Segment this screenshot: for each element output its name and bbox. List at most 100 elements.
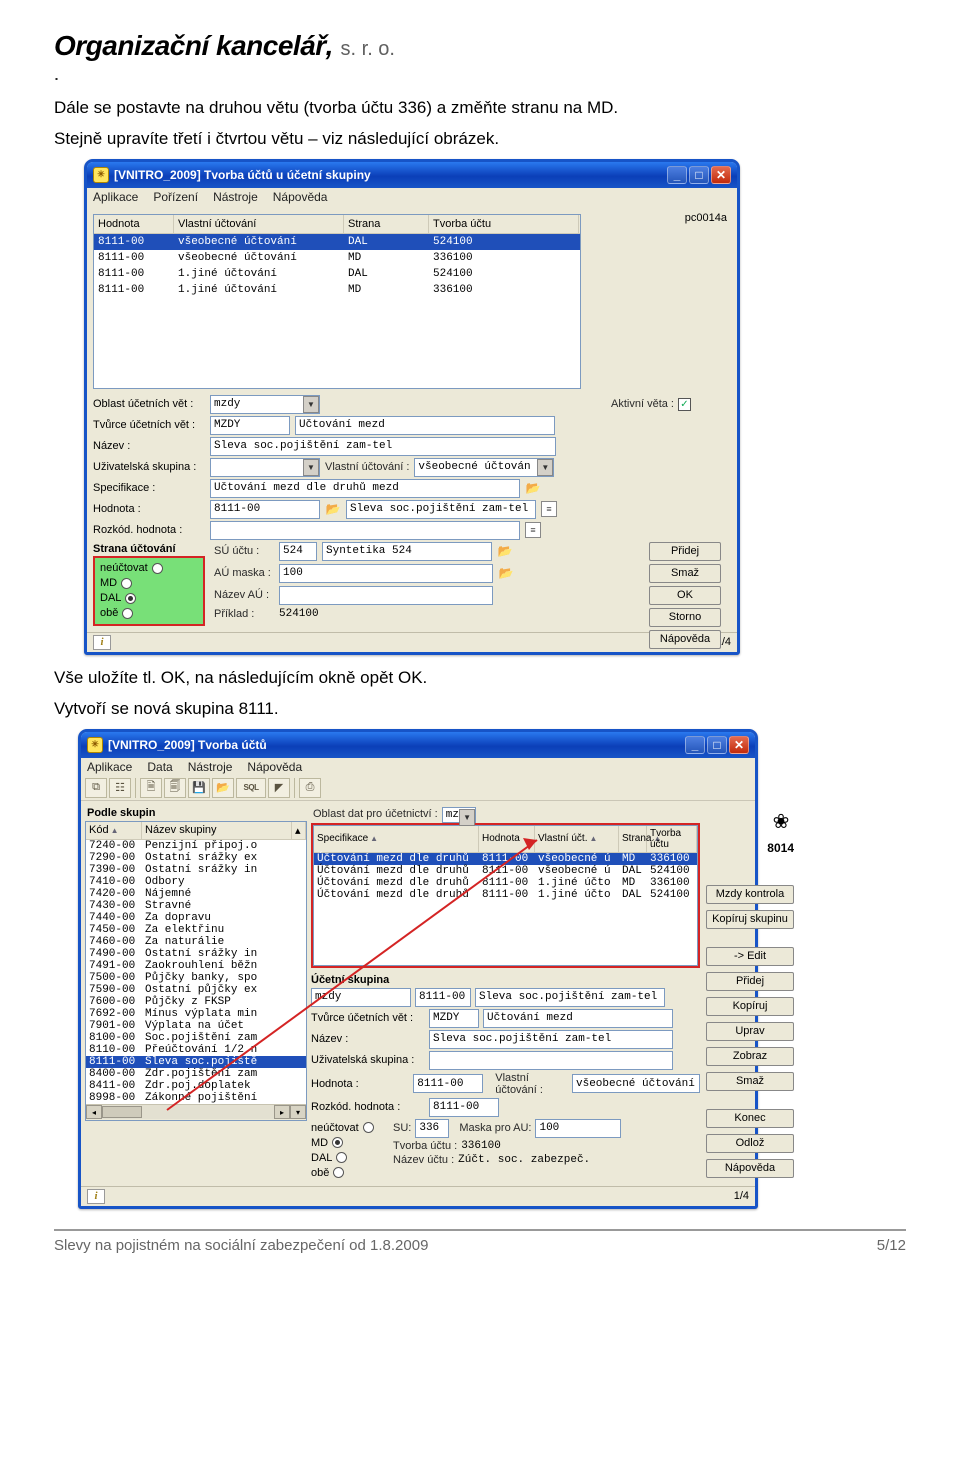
list-item[interactable]: 7290-00Ostatní srážky ex bbox=[86, 852, 306, 864]
table-row[interactable]: Účtování mezd dle druhů8111-001.jiné účt… bbox=[314, 877, 697, 889]
radio-dal[interactable] bbox=[125, 593, 136, 604]
list-item[interactable]: 8111-00Sleva soc.pojiště bbox=[86, 1056, 306, 1068]
scroll-right[interactable]: ▸ bbox=[274, 1105, 290, 1119]
list-item[interactable]: 7430-00Stravné bbox=[86, 900, 306, 912]
radio2-neuct[interactable] bbox=[363, 1122, 374, 1133]
btn-mzdy-kontrola[interactable]: Mzdy kontrola bbox=[706, 885, 794, 904]
list-item[interactable]: 7600-00Půjčky z FKSP bbox=[86, 996, 306, 1008]
maximize-button[interactable]: □ bbox=[689, 166, 709, 184]
filter-icon[interactable]: ◤ bbox=[268, 778, 290, 798]
chevron-down-icon[interactable]: ▼ bbox=[303, 459, 319, 476]
table-row[interactable]: 8111-00všeobecné účtováníMD336100 bbox=[94, 250, 580, 266]
field-rozk[interactable] bbox=[210, 521, 520, 540]
field-nazevau[interactable] bbox=[279, 586, 493, 605]
sql-icon[interactable]: SQL bbox=[236, 778, 266, 798]
table-row[interactable]: Účtování mezd dle druhů8111-00všeobecné … bbox=[314, 853, 697, 865]
grid-ucty[interactable]: Hodnota Vlastní účtování Strana Tvorba ú… bbox=[93, 214, 581, 389]
folder-icon[interactable]: 📂 bbox=[525, 480, 541, 496]
grid-skupiny[interactable]: Kód▲ Název skupiny ▴ 7240-00Penzijní při… bbox=[85, 821, 307, 1121]
list-item[interactable]: 7440-00Za dopravu bbox=[86, 912, 306, 924]
btn-zobraz[interactable]: Zobraz bbox=[706, 1047, 794, 1066]
field-su[interactable] bbox=[279, 542, 317, 561]
list-item[interactable]: 8411-00Zdr.poj.doplatek bbox=[86, 1080, 306, 1092]
radio2-dal[interactable] bbox=[336, 1152, 347, 1163]
table-row[interactable]: 8111-00všeobecné účtováníDAL524100 bbox=[94, 234, 580, 250]
radio-obe[interactable] bbox=[122, 608, 133, 619]
docs-icon[interactable]: 🗐 bbox=[164, 778, 186, 798]
btn-odloz[interactable]: Odlož bbox=[706, 1134, 794, 1153]
menu-data[interactable]: Data bbox=[147, 760, 172, 774]
btn-napoveda[interactable]: Nápověda bbox=[649, 630, 721, 649]
menu-aplikace[interactable]: Aplikace bbox=[93, 190, 138, 204]
list-item[interactable]: 7500-00Půjčky banky, spo bbox=[86, 972, 306, 984]
table-row[interactable]: 8111-001.jiné účtováníDAL524100 bbox=[94, 266, 580, 282]
radio-md[interactable] bbox=[121, 578, 132, 589]
col-tvorba[interactable]: Tvorba účtu bbox=[429, 215, 579, 233]
close-button[interactable]: ✕ bbox=[711, 166, 731, 184]
btn-smaz2[interactable]: Smaž bbox=[706, 1072, 794, 1091]
btn-pridej[interactable]: Přidej bbox=[649, 542, 721, 561]
radio2-obe[interactable] bbox=[333, 1167, 344, 1178]
btn-pridej2[interactable]: Přidej bbox=[706, 972, 794, 991]
radio2-md[interactable] bbox=[332, 1137, 343, 1148]
list-item[interactable]: 7901-00Výplata na účet bbox=[86, 1020, 306, 1032]
table-row[interactable]: Účtování mezd dle druhů8111-001.jiné účt… bbox=[314, 889, 697, 901]
menu-nastroje[interactable]: Nástroje bbox=[188, 760, 233, 774]
list-icon[interactable]: ≡ bbox=[541, 501, 557, 517]
menu-aplikace[interactable]: Aplikace bbox=[87, 760, 132, 774]
list-item[interactable]: 7240-00Penzijní připoj.o bbox=[86, 840, 306, 852]
list-item[interactable]: 7390-00Ostatní srážky in bbox=[86, 864, 306, 876]
list-icon[interactable]: ≡ bbox=[525, 522, 541, 538]
btn-edit[interactable]: -> Edit bbox=[706, 947, 794, 966]
col-hodnota[interactable]: Hodnota bbox=[94, 215, 174, 233]
save-icon[interactable]: 💾 bbox=[188, 778, 210, 798]
field-hod[interactable] bbox=[210, 500, 320, 519]
table-row[interactable]: 8111-001.jiné účtováníMD336100 bbox=[94, 282, 580, 298]
minimize-button[interactable]: _ bbox=[685, 736, 705, 754]
folder-icon[interactable]: 📂 bbox=[498, 565, 514, 581]
list-item[interactable]: 8998-00Zákonné pojištění bbox=[86, 1092, 306, 1104]
field-vlast[interactable] bbox=[414, 458, 554, 477]
col-strana[interactable]: Strana bbox=[344, 215, 429, 233]
folder-icon[interactable]: 📂 bbox=[325, 501, 341, 517]
list-item[interactable]: 8110-00Přeúčtování 1/2 n bbox=[86, 1044, 306, 1056]
chevron-down-icon[interactable]: ▼ bbox=[303, 396, 319, 413]
list-item[interactable]: 7692-00Mínus výplata min bbox=[86, 1008, 306, 1020]
menu-nastroje[interactable]: Nástroje bbox=[213, 190, 258, 204]
doc-icon[interactable]: 🗎 bbox=[140, 778, 162, 798]
btn-uprav[interactable]: Uprav bbox=[706, 1022, 794, 1041]
scroll-up[interactable]: ▴ bbox=[292, 822, 306, 840]
menu-napoveda[interactable]: Nápověda bbox=[247, 760, 302, 774]
scroll-thumb[interactable] bbox=[102, 1106, 142, 1118]
print-icon[interactable]: ⎙ bbox=[299, 778, 321, 798]
col-vlastni[interactable]: Vlastní účtování bbox=[174, 215, 344, 233]
nav-icon[interactable]: ⧉ bbox=[85, 778, 107, 798]
minimize-button[interactable]: _ bbox=[667, 166, 687, 184]
list-item[interactable]: 8100-00Soc.pojištění zam bbox=[86, 1032, 306, 1044]
btn-storno[interactable]: Storno bbox=[649, 608, 721, 627]
chevron-down-icon[interactable]: ▼ bbox=[459, 809, 475, 826]
hscroll[interactable]: ◂ ▸ ▾ bbox=[86, 1104, 306, 1120]
btn-napoveda2[interactable]: Nápověda bbox=[706, 1159, 794, 1178]
field-tvurce-code[interactable] bbox=[210, 416, 290, 435]
menu-napoveda[interactable]: Nápověda bbox=[273, 190, 328, 204]
field-au[interactable] bbox=[279, 564, 493, 583]
btn-kopiruj[interactable]: Kopíruj bbox=[706, 997, 794, 1016]
list-item[interactable]: 7491-00Zaokrouhlení běžn bbox=[86, 960, 306, 972]
btn-konec[interactable]: Konec bbox=[706, 1109, 794, 1128]
radio-neuct[interactable] bbox=[152, 563, 163, 574]
close-button[interactable]: ✕ bbox=[729, 736, 749, 754]
grid-spec[interactable]: Specifikace▲ Hodnota Vlastní účt.▲ Stran… bbox=[313, 825, 698, 966]
checkbox-aktivni[interactable]: ✓ bbox=[678, 398, 691, 411]
field-nazev[interactable] bbox=[210, 437, 556, 456]
list-item[interactable]: 8400-00Zdr.pojištění zam bbox=[86, 1068, 306, 1080]
btn-smaz[interactable]: Smaž bbox=[649, 564, 721, 583]
list-item[interactable]: 7460-00Za naturálie bbox=[86, 936, 306, 948]
field-tvurce-desc[interactable] bbox=[295, 416, 555, 435]
list-item[interactable]: 7450-00Za elektřinu bbox=[86, 924, 306, 936]
info-icon[interactable]: i bbox=[87, 1189, 105, 1204]
info-icon[interactable]: i bbox=[93, 635, 111, 650]
maximize-button[interactable]: □ bbox=[707, 736, 727, 754]
list-item[interactable]: 7490-00Ostatní srážky in bbox=[86, 948, 306, 960]
open-icon[interactable]: 📂 bbox=[212, 778, 234, 798]
